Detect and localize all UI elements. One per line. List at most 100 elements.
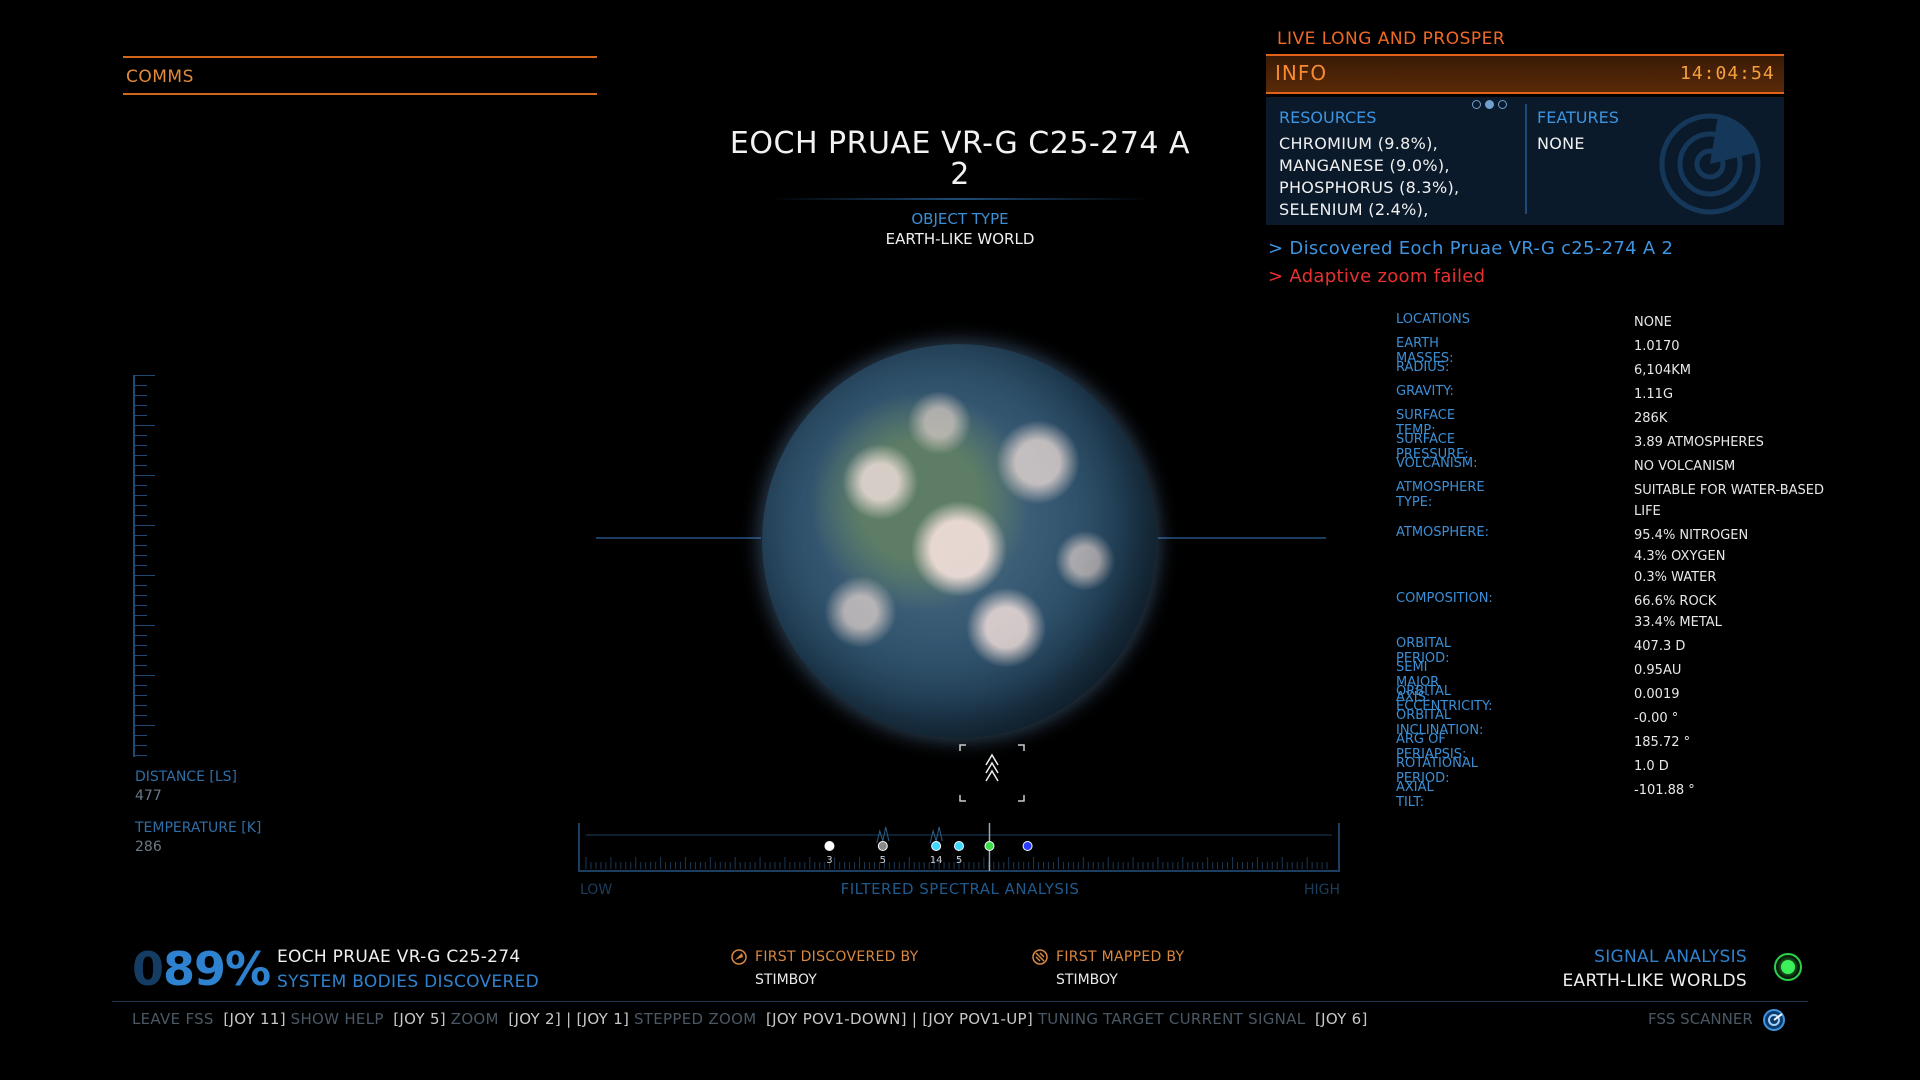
radar-icon [1659,113,1761,215]
planet-horizon-right [1158,537,1326,539]
fss-scanner-label: FSS SCANNER [1648,1010,1753,1028]
control-key[interactable]: [JOY 2] | [JOY 1] [508,1010,629,1028]
control-label: TUNING [1037,1010,1099,1028]
discovery-percent: 089% [132,942,271,996]
detail-value: 4.3% OXYGEN [1634,549,1726,564]
gauge-tick [135,485,147,486]
signal-count: 5 [880,855,886,866]
detail-value: 1.0170 [1634,339,1680,354]
gauge-tick [135,395,147,396]
detail-value: 95.4% NITROGEN [1634,528,1749,543]
gauge-tick [135,515,147,516]
gauge-tick [135,425,155,426]
gauge-tick [135,495,147,496]
gauge-tick [135,555,147,556]
distance-value: 477 [135,788,162,804]
control-label: LEAVE FSS [132,1010,214,1028]
resource-item: SELENIUM (2.4%), [1279,200,1429,219]
detail-value: LIFE [1634,504,1661,519]
detail-value: -101.88 ° [1634,783,1695,798]
signal-analysis-value: EARTH-LIKE WORLDS [1562,971,1747,991]
detail-value: 0.95AU [1634,663,1682,678]
signal-status-icon[interactable] [1774,953,1802,981]
gauge-tick [135,655,147,656]
detail-label: LOCATIONS [1396,312,1470,327]
detail-value: 0.3% WATER [1634,570,1717,585]
gauge-tick [135,625,155,626]
discovery-message: > Discovered Eoch Pruae VR-G c25-274 A 2 [1268,238,1674,259]
control-key[interactable]: [JOY POV1-DOWN] | [JOY POV1-UP] [766,1010,1033,1028]
spectrum-low-label: LOW [580,882,613,898]
control-label: ZOOM [450,1010,499,1028]
detail-value: 66.6% ROCK [1634,594,1717,609]
object-type-label: OBJECT TYPE [911,210,1009,228]
control-hints: LEAVE FSS [JOY 11] SHOW HELP [JOY 5] ZOO… [132,1010,1632,1032]
gauge-tick [135,745,147,746]
signal-count: 14 [930,855,943,866]
gauge-tick [135,405,147,406]
control-label: TARGET CURRENT SIGNAL [1103,1010,1306,1028]
gauge-tick [135,565,147,566]
gauge-tick [135,615,147,616]
system-name: EOCH PRUAE VR-G C25-274 [277,947,521,967]
detail-label: VOLCANISM: [1396,456,1478,471]
spectral-analysis-bar[interactable]: 3 5 14 5 [578,823,1340,873]
comms-label: COMMS [126,67,194,87]
resource-item: MANGANESE (9.0%), [1279,156,1450,175]
detail-value: 1.0 D [1634,759,1669,774]
gauge-tick [135,755,147,756]
control-label: STEPPED ZOOM [633,1010,757,1028]
live-message: LIVE LONG AND PROSPER [1277,29,1506,49]
object-type-value: EARTH-LIKE WORLD [885,230,1035,248]
control-key[interactable]: [JOY 11] [223,1010,286,1028]
gauge-tick [135,535,147,536]
spectrum-high-label: HIGH [1304,882,1341,898]
detail-label: ATMOSPHERE TYPE: [1396,480,1485,510]
page-dot-active[interactable] [1485,100,1494,109]
first-discovered-label: FIRST DISCOVERED BY [755,949,919,965]
detail-value: 407.3 D [1634,639,1686,654]
distance-label: DISTANCE [LS] [135,769,237,785]
system-bodies-label: SYSTEM BODIES DISCOVERED [277,972,540,992]
first-discovered-icon [731,949,747,965]
body-title: EOCH PRUAE VR-G C25-274 A 2 [729,126,1191,192]
gauge-tick [135,465,147,466]
gauge-tick [135,415,147,416]
gauge-tick [135,575,155,576]
detail-label: AXIAL TILT: [1396,780,1434,810]
signal-marker [1022,841,1033,851]
gauge-tick [135,525,155,526]
page-dot[interactable] [1472,100,1481,109]
detail-label: GRAVITY: [1396,384,1454,399]
planet-horizon-left [596,537,761,539]
features-value: NONE [1537,134,1585,153]
comms-panel[interactable]: COMMS [123,56,597,95]
detail-value: NO VOLCANISM [1634,459,1736,474]
features-label: FEATURES [1537,108,1619,127]
fss-scanner-icon[interactable] [1762,1008,1786,1032]
tuner-target-icon [959,744,1025,802]
info-divider [1525,104,1527,214]
signal-analysis-label: SIGNAL ANALYSIS [1594,947,1747,967]
control-key[interactable]: [JOY 5] [393,1010,446,1028]
detail-label: COMPOSITION: [1396,591,1493,606]
signal-count: 5 [956,855,962,866]
gauge-tick [135,675,155,676]
control-label: SHOW HELP [290,1010,384,1028]
signal-marker [877,841,888,851]
signal-marker [824,841,835,851]
planet-render[interactable] [762,344,1156,738]
resource-item: CHROMIUM (9.8%), [1279,134,1439,153]
resource-item: PHOSPHORUS (8.3%), [1279,178,1460,197]
detail-value: 185.72 ° [1634,735,1691,750]
gauge-tick [135,725,155,726]
detail-value: NONE [1634,315,1672,330]
page-indicator[interactable] [1472,100,1512,110]
temperature-value: 286 [135,839,162,855]
page-dot[interactable] [1498,100,1507,109]
distance-gauge [133,375,157,757]
control-key[interactable]: [JOY 6] [1315,1010,1368,1028]
first-mapped-value: STIMBOY [1056,972,1118,988]
gauge-tick [135,705,147,706]
gauge-tick [135,595,147,596]
